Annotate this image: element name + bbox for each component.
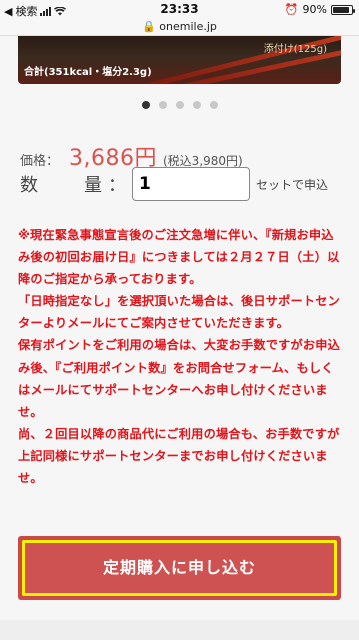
battery-icon (331, 4, 355, 15)
battery-fill (333, 6, 350, 13)
carousel-dot[interactable] (175, 101, 184, 109)
carousel-dot[interactable] (141, 101, 150, 109)
shipping-notice: ※現在緊急事態宣言後のご注文急増に伴い、『新規お申込み後の初回お届け日』につきま… (18, 224, 344, 489)
cta-container: 定期購入に申し込む (18, 536, 341, 600)
status-right: ⏰ 90% (284, 3, 355, 16)
quantity-input[interactable] (132, 167, 250, 201)
battery-percent: 90% (302, 3, 327, 16)
notice-paragraph: 「日時指定なし」を選択頂いた場合は、後日サポートセンターよりメールにてご案内させ… (18, 294, 341, 331)
carousel-dot[interactable] (192, 101, 201, 109)
carousel-dot[interactable] (209, 101, 218, 109)
quantity-label: 数 量 (20, 175, 116, 196)
quantity-row: 数 量 ： セットで申込 (20, 166, 350, 202)
page-bottom (0, 620, 359, 640)
url-bar[interactable]: 🔒 onemile.jp (0, 20, 359, 36)
carousel-dot[interactable] (158, 101, 167, 109)
product-image[interactable]: 添付け(125g) 合計(351kcal・塩分2.3g) (18, 36, 341, 84)
notice-paragraph: ※現在緊急事態宣言後のご注文急増に伴い、『新規お申込み後の初回お届け日』につきま… (18, 228, 340, 287)
lock-icon: 🔒 (142, 20, 156, 33)
status-bar: ◀ 検索 23:33 ⏰ 90% (0, 0, 359, 20)
quantity-colon: ： (108, 175, 126, 196)
carousel-dots (0, 101, 359, 109)
alarm-icon: ⏰ (284, 3, 299, 16)
subscribe-button[interactable]: 定期購入に申し込む (22, 540, 337, 596)
notice-paragraph: 尚、２回目以降の商品代にご利用の場合も、お手数ですが上記同様にサポートセンターま… (18, 426, 340, 486)
notice-paragraph: 保有ポイントをご利用の場合は、大変お手数ですがお申込み後、『ご利用ポイント数』を… (18, 338, 341, 419)
nutrition-info: 合計(351kcal・塩分2.3g) (24, 67, 152, 78)
quantity-suffix: セットで申込 (256, 177, 329, 192)
url-domain: onemile.jp (159, 20, 217, 33)
product-image-label: 添付け(125g) (263, 44, 327, 55)
